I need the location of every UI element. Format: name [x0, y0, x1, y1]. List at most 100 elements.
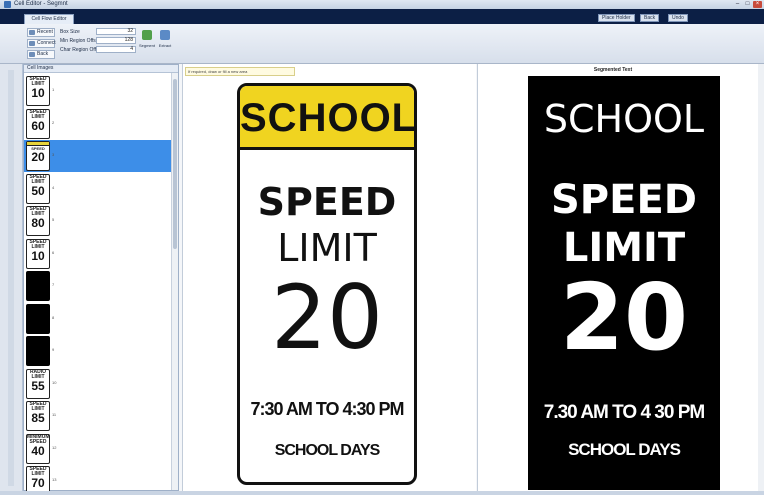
thumb-index: 11 — [52, 412, 57, 417]
seg-header-text: SCHOOL — [543, 97, 705, 141]
list-item[interactable]: SPEED 20 3 — [24, 140, 171, 172]
hint-note: If required, draw or fill a new area — [185, 67, 295, 76]
left-edge-strip — [0, 64, 23, 491]
min-region-offset-label: Min Region Offset — [60, 38, 100, 44]
segmented-sign-image: SCHOOL SPEED LIMIT 20 7.30 AM TO 4 30 PM… — [528, 76, 720, 490]
tab-bar: Cell Flow Editor Place Holder Back Undo — [0, 9, 764, 24]
connect-label: Connect — [37, 40, 56, 46]
thumb-number: 60 — [31, 118, 45, 133]
app-window: Cell Editor - Segmnt – □ × Cell Flow Edi… — [0, 0, 764, 495]
close-button[interactable]: × — [753, 1, 762, 8]
connect-icon — [29, 41, 35, 46]
thumb-number: 50 — [31, 183, 45, 198]
thumb-number: 55 — [31, 378, 45, 393]
thumb-number: 20 — [31, 150, 45, 164]
seg-hours-text: 7.30 AM TO 4 30 PM — [543, 402, 705, 423]
sign-thumbnail: SPEED 20 — [26, 141, 50, 171]
list-item[interactable]: SPEED LIMIT 60 2 — [24, 108, 171, 140]
sign-hours-text: 7:30 AM TO 4:30 PM — [250, 399, 404, 419]
back-ribbon-label: Back — [37, 51, 49, 57]
thumb-index: 8 — [52, 314, 55, 320]
seg-number-text: 20 — [559, 264, 689, 371]
thumb-index: 3 — [52, 152, 55, 157]
min-region-offset-field[interactable]: 128 — [96, 37, 136, 44]
sign-header-text: SCHOOL — [240, 96, 417, 140]
char-region-offset-field[interactable]: 4 — [96, 46, 136, 53]
box-size-label: Box Size — [60, 29, 80, 35]
tab-cell-flow-editor[interactable]: Cell Flow Editor — [24, 14, 74, 24]
school-speed-limit-sign[interactable]: SCHOOL SPEED LIMIT 20 7:30 AM TO 4:30 PM… — [237, 83, 417, 485]
recent-label: Recent — [37, 29, 53, 35]
thumb-number: 10 — [31, 86, 45, 100]
sign-limit-text: LIMIT — [277, 226, 377, 270]
recent-button[interactable]: Recent — [27, 28, 55, 37]
left-panel-scrollbar[interactable] — [171, 73, 178, 490]
seg-days-text: SCHOOL DAYS — [568, 440, 681, 459]
segment-tool-label: Segment — [138, 43, 155, 48]
list-item[interactable]: MINIMUM SPEED 40 12 — [24, 433, 171, 465]
thumb-index: 13 — [52, 477, 57, 482]
thumb-number: 80 — [31, 216, 45, 230]
back-button[interactable]: Back — [640, 14, 660, 22]
sign-thumbnail: SPEED LIMIT 60 — [26, 108, 50, 139]
sign-number-text: 20 — [271, 266, 383, 369]
sign-thumbnail: RADIO LIMIT 55 — [26, 368, 50, 399]
undo-button[interactable]: Undo — [668, 14, 688, 22]
back-icon — [29, 52, 35, 57]
thumb-number: 85 — [31, 411, 45, 425]
cell-images-header: Cell Images — [24, 65, 178, 73]
thumb-number: 70 — [31, 476, 45, 490]
thumb-index: 5 — [52, 217, 55, 222]
scrollbar-thumb[interactable] — [173, 79, 177, 249]
sign-thumbnail: SPEED LIMIT 10 — [26, 238, 50, 269]
box-size-field[interactable]: 32 — [96, 28, 136, 35]
thumb-index: 2 — [52, 119, 55, 125]
sign-thumbnail: SPEED LIMIT 50 — [26, 173, 50, 204]
school-header-band: SCHOOL — [240, 86, 414, 150]
maximize-button[interactable]: □ — [743, 1, 752, 8]
thumb-index: 12 — [52, 444, 57, 450]
extract-tool-label: Extract — [158, 43, 172, 48]
right-panel-scrollbar[interactable] — [758, 64, 764, 491]
thumb-number: 40 — [31, 443, 45, 458]
back-ribbon-button[interactable]: Back — [27, 50, 55, 59]
list-item[interactable]: 8 — [24, 303, 171, 335]
window-title: Cell Editor - Segmnt — [14, 1, 68, 7]
status-bar — [0, 491, 764, 495]
list-item[interactable]: SPEED LIMIT 10 6 — [24, 238, 171, 270]
sign-thumbnail — [26, 336, 50, 366]
thumb-index: 10 — [52, 379, 57, 385]
title-bar: Cell Editor - Segmnt – □ × — [0, 0, 764, 9]
thumb-index: 4 — [52, 184, 55, 190]
thumb-index: 1 — [52, 87, 55, 92]
connect-button[interactable]: Connect — [27, 39, 56, 48]
thumb-index: 9 — [52, 347, 55, 352]
sign-thumbnail: SPEED LIMIT 80 — [26, 206, 50, 236]
list-item[interactable]: SPEED LIMIT 80 5 — [24, 205, 171, 237]
place-holder-button[interactable]: Place Holder — [598, 14, 635, 22]
segmented-panel-title: Segmented Text — [593, 67, 633, 73]
list-item[interactable]: SPEED LIMIT 10 1 — [24, 75, 171, 107]
sign-speed-text: SPEED — [257, 180, 397, 224]
list-item[interactable]: 7 — [24, 270, 171, 302]
list-item[interactable]: RADIO LIMIT 55 10 — [24, 368, 171, 400]
sign-thumbnail — [26, 303, 50, 334]
thumb-number: 10 — [31, 248, 45, 263]
edge-divider — [8, 70, 14, 486]
ribbon-toolbar: Recent Connect Back Box Size 32 Min Regi… — [0, 24, 764, 64]
sign-thumbnail: SPEED LIMIT 10 — [26, 76, 50, 106]
sign-thumbnail — [26, 271, 50, 301]
thumb-index: 7 — [52, 282, 55, 287]
seg-speed-text: SPEED — [551, 177, 697, 223]
sign-days-text: SCHOOL DAYS — [274, 442, 381, 459]
list-item[interactable]: 9 — [24, 335, 171, 367]
extract-icon[interactable] — [160, 30, 170, 40]
segment-icon[interactable] — [142, 30, 152, 40]
thumb-index: 6 — [52, 249, 55, 255]
cell-images-panel: Cell Images SPEED LIMIT 10 1 SPEED LIMIT 60 2 SP… — [23, 64, 179, 495]
list-item[interactable]: SPEED LIMIT 50 4 — [24, 173, 171, 205]
list-item[interactable]: SPEED LIMIT 85 11 — [24, 400, 171, 432]
recent-icon — [29, 30, 35, 35]
minimize-button[interactable]: – — [733, 1, 742, 8]
app-icon — [4, 1, 11, 8]
